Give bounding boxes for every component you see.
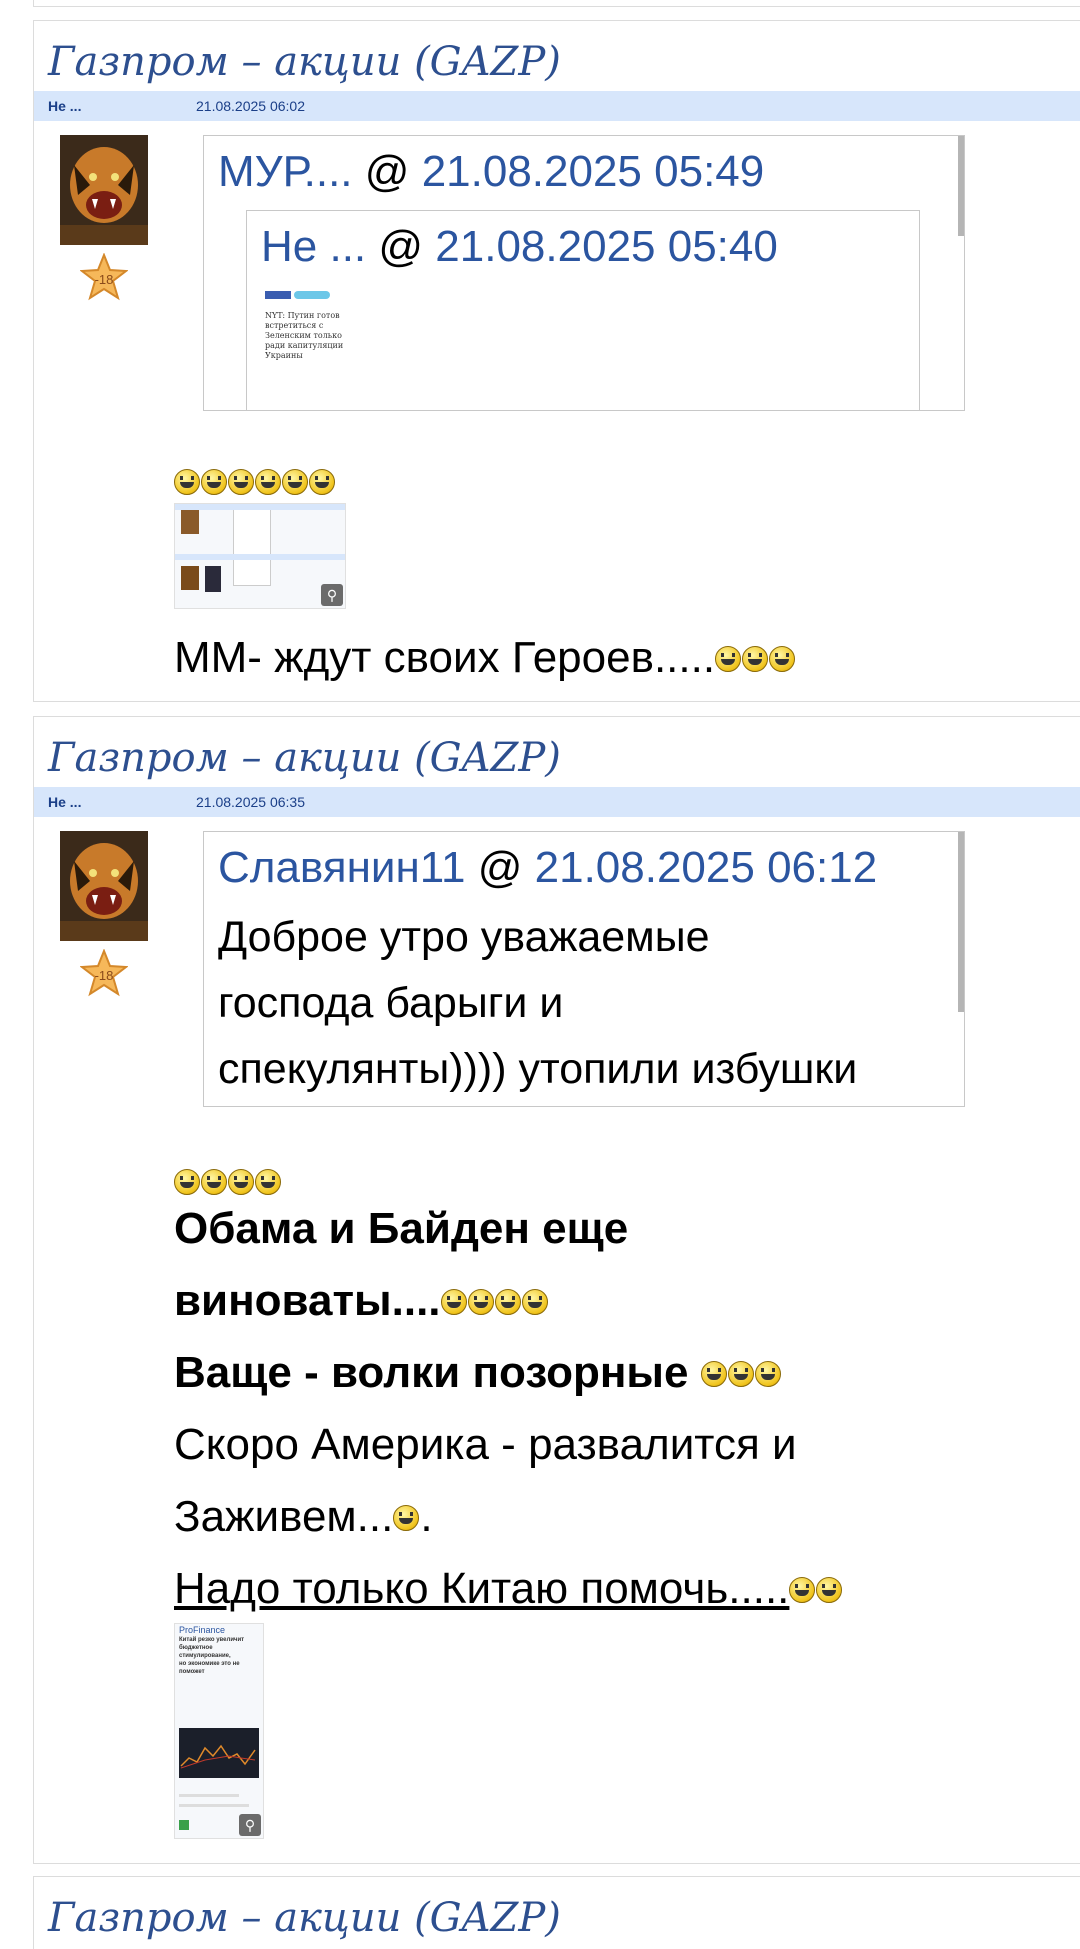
post-author[interactable]: Не ... (48, 794, 81, 810)
post-link-line[interactable]: Надо только Китаю помочь..... (174, 1564, 789, 1613)
rank-label: -18 (95, 968, 114, 983)
post-line-wrap: Заживем.... (174, 1481, 1054, 1553)
tiger-avatar[interactable] (60, 831, 148, 941)
quote-scrollbar[interactable] (958, 832, 964, 1012)
nested-image-line: Зеленским только (265, 331, 342, 340)
magnifier-icon[interactable]: ⚲ (321, 584, 343, 606)
smiley-icon (228, 1169, 254, 1195)
post-bold-line: Ваще - волки позорные (174, 1348, 689, 1397)
prev-post-bottom (33, 0, 1080, 7)
post-title[interactable]: Газпром – акции (GAZP) (34, 717, 1080, 787)
post-bold-line-wrap: виноваты.... (174, 1265, 1054, 1337)
smiley-icon (201, 1169, 227, 1195)
quote-block: Славянин11 @ 21.08.2025 06:12 Доброе утр… (203, 831, 965, 1107)
quote-at: @ (364, 147, 410, 196)
post-title[interactable]: Газпром – акции (GAZP) (34, 1877, 1080, 1947)
smiley-icon (700, 1361, 727, 1387)
post-date: 21.08.2025 06:02 (196, 98, 305, 114)
quote-date[interactable]: 21.08.2025 06:12 (535, 843, 878, 892)
thumbnail-chart (179, 1728, 259, 1778)
post-line-dot: . (420, 1492, 433, 1541)
thumbnail-title: ProFinance (179, 1625, 226, 1635)
nested-quote-date[interactable]: 21.08.2025 05:40 (435, 222, 778, 271)
forum-post: Газпром – акции (GAZP) (33, 1876, 1080, 1949)
smiley-icon (174, 469, 200, 495)
smiley-icon (816, 1577, 843, 1603)
smiley-icon (255, 469, 281, 495)
quote-date[interactable]: 21.08.2025 05:49 (422, 147, 765, 196)
smiley-icon (494, 1289, 521, 1315)
nested-quote-header: Не ... @ 21.08.2025 05:40 (247, 211, 919, 283)
quote-author[interactable]: МУР.... (218, 147, 353, 196)
nested-image-line: Украины (265, 351, 303, 360)
forum-post: Газпром – акции (GAZP) Не ... 21.08.2025… (33, 20, 1080, 702)
smiley-icon (228, 469, 254, 495)
screenshot-thumbnail[interactable]: ⚲ (174, 503, 346, 609)
post-link-wrap[interactable]: Надо только Китаю помочь..... (174, 1553, 1054, 1625)
smiley-icon (393, 1505, 420, 1531)
smiley-icon (174, 1169, 200, 1195)
quote-text-line: спекулянты)))) утопили избушки (218, 1045, 858, 1093)
quote-text-line: господа барыги и (218, 979, 564, 1027)
post-bold-line: Обама и Байден еще (174, 1204, 629, 1253)
thumbnail-headline: но экономике это не поможет (179, 1661, 240, 1675)
smiley-icon (742, 646, 769, 672)
post-line: Скоро Америка - развалится и (174, 1420, 797, 1469)
smiley-icon (467, 1289, 494, 1315)
smiley-icon (521, 1289, 548, 1315)
forum-post: Газпром – акции (GAZP) Не ... 21.08.2025… (33, 716, 1080, 1864)
nested-quote-author[interactable]: Не ... (261, 222, 366, 271)
tiger-avatar[interactable] (60, 135, 148, 245)
thumbnail-headline: Китай резко увеличит (179, 1637, 245, 1643)
smiley-icon (282, 469, 308, 495)
post-text: ММ- ждут своих Героев..... (174, 633, 716, 682)
star-rank-icon: -18 (80, 949, 128, 997)
nested-image-line: встретиться с (265, 321, 324, 330)
post-bold-line: виноваты.... (174, 1276, 441, 1325)
post-bold-line-wrap: Ваще - волки позорные (174, 1337, 1054, 1409)
smiley-icon (715, 646, 742, 672)
nested-image-line: NYT: Путин готов (265, 311, 340, 320)
post-line: Заживем... (174, 1492, 394, 1541)
quote-text-line: Доброе утро уважаемые (218, 913, 710, 961)
nested-quote: Не ... @ 21.08.2025 05:40 NYT: Путин гот… (246, 210, 920, 410)
thumbnail-headline: бюджетное стимулирование, (179, 1645, 231, 1659)
post-meta-bar: Не ... 21.08.2025 06:35 (34, 787, 1080, 817)
quote-author[interactable]: Славянин11 (218, 843, 465, 892)
screenshot-thumbnail[interactable]: ProFinance Китай резко увеличит бюджетно… (174, 1623, 264, 1839)
smiley-icon (255, 1169, 281, 1195)
post-date: 21.08.2025 06:35 (196, 794, 305, 810)
smiley-icon (440, 1289, 467, 1315)
rank-label: -18 (95, 272, 114, 287)
magnifier-icon[interactable]: ⚲ (239, 1814, 261, 1836)
quote-header: Славянин11 @ 21.08.2025 06:12 (204, 832, 964, 904)
smiley-icon (201, 469, 227, 495)
smiley-icon (769, 646, 796, 672)
smiley-icon (309, 469, 335, 495)
nested-quote-at: @ (378, 222, 424, 271)
post-body-line: ММ- ждут своих Героев..... (174, 633, 796, 683)
post-meta-bar: Не ... 21.08.2025 06:02 (34, 91, 1080, 121)
quote-header: МУР.... @ 21.08.2025 05:49 (204, 136, 964, 208)
smiley-icon (789, 1577, 816, 1603)
quote-scrollbar[interactable] (958, 136, 964, 236)
star-rank-icon: -18 (80, 253, 128, 301)
smiley-row (174, 469, 336, 500)
post-author[interactable]: Не ... (48, 98, 81, 114)
quote-block: МУР.... @ 21.08.2025 05:49 Не ... @ 21.0… (203, 135, 965, 411)
quote-at: @ (477, 843, 523, 892)
smiley-icon (727, 1361, 754, 1387)
post-title[interactable]: Газпром – акции (GAZP) (34, 21, 1080, 91)
nested-quote-image[interactable]: NYT: Путин готов встретиться с Зеленским… (265, 291, 365, 410)
smiley-icon (754, 1361, 781, 1387)
nested-image-line: ради капитуляции (265, 341, 344, 350)
post-body: Обама и Байден еще виноваты.... Ваще - в… (174, 1193, 1054, 1625)
